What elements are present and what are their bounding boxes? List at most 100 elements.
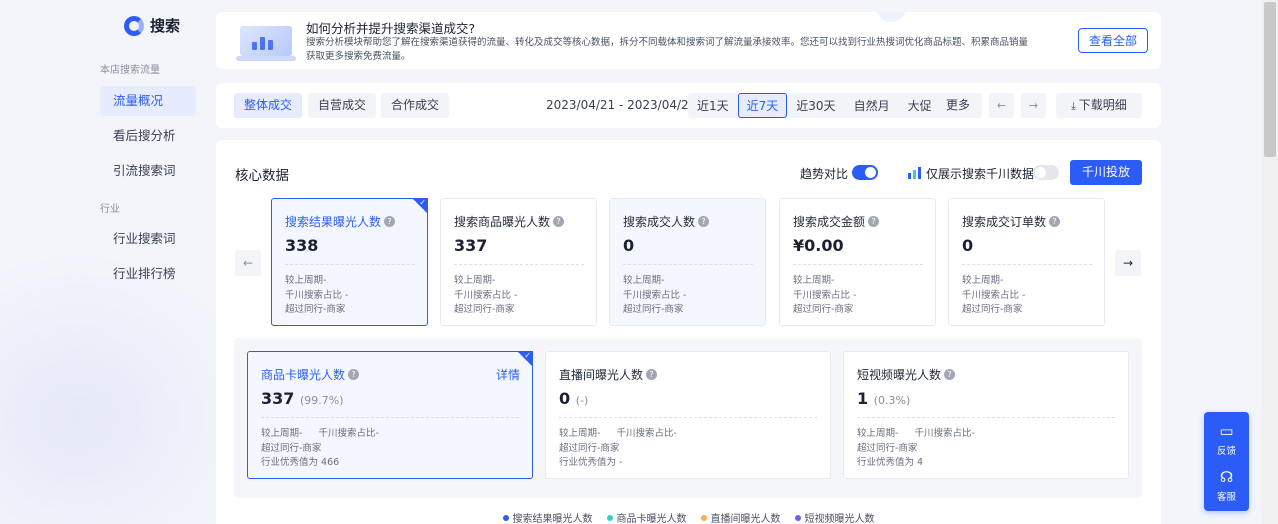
sub-metric-peer: 超过同行-商家 [857, 442, 918, 454]
period-1d[interactable]: 近1天 [688, 93, 738, 118]
download-detail-button[interactable]: ⤓ 下载明细 [1056, 93, 1142, 118]
sub-metric-excellent: 行业优秀值为 466 [261, 457, 340, 468]
sub-metric-label: 短视频曝光人数 [857, 368, 942, 382]
legend-item-short-video[interactable]: 短视频曝光人数 [794, 510, 875, 524]
sub-card-short-video-exposure[interactable]: 短视频曝光人数? 1 (0.3%) 较上周期- 千川搜索占比- 超过同行-商家 行… [843, 351, 1129, 479]
sidebar-group-store: 本店搜索流量 [100, 65, 160, 76]
legend-dot-icon [502, 514, 509, 521]
core-data-panel: 核心数据 趋势对比 仅展示搜索千川数据 千川投放 ← → ✓ 搜索结果曝光人数?… [216, 140, 1161, 524]
tab-self-deal[interactable]: 自营成交 [308, 93, 377, 118]
page-scrollbar[interactable] [1262, 0, 1278, 524]
prev-period-icon[interactable]: ← [989, 93, 1014, 118]
check-icon: ✓ [524, 351, 531, 360]
qianchuan-launch-button[interactable]: 千川投放 [1070, 160, 1142, 185]
metric-peer-rank: 超过同行-商家 [793, 304, 854, 315]
next-period-icon[interactable]: → [1021, 93, 1046, 118]
sub-card-product-card-exposure[interactable]: ✓ 商品卡曝光人数? 详情 337 (99.7%) 较上周期- 千川搜索占比- 超… [247, 351, 533, 479]
help-icon[interactable]: ? [1049, 216, 1061, 227]
feedback-icon: ▭ [1219, 422, 1234, 440]
service-label: 客服 [1216, 492, 1236, 503]
sub-metric-label: 商品卡曝光人数 [261, 368, 346, 382]
help-icon[interactable]: ? [868, 216, 880, 227]
legend-label: 直播间曝光人数 [710, 514, 781, 524]
exposure-breakdown-panel: ✓ 商品卡曝光人数? 详情 337 (99.7%) 较上周期- 千川搜索占比- 超… [234, 338, 1142, 498]
guide-banner: 如何分析并提升搜索渠道成交? 搜索分析模块帮助您了解在搜索渠道获得的流量、转化及… [216, 12, 1161, 69]
metrics-prev-icon[interactable]: ← [235, 250, 261, 276]
core-data-title: 核心数据 [235, 168, 289, 184]
sidebar-item-industry-keywords[interactable]: 行业搜索词 [100, 224, 196, 254]
help-icon[interactable]: ? [348, 369, 360, 380]
banner-description: 搜索分析模块帮助您了解在搜索渠道获得的流量、转化及成交等核心数据，拆分不同载体和… [306, 37, 1029, 62]
metric-value: 0 [623, 236, 635, 255]
legend-item-search-result[interactable]: 搜索结果曝光人数 [502, 510, 593, 524]
metric-label: 搜索商品曝光人数 [454, 215, 551, 229]
help-icon[interactable]: ? [384, 216, 396, 227]
banner-title: 如何分析并提升搜索渠道成交? [306, 21, 476, 36]
metric-qc-ratio: 千川搜索占比 - [962, 289, 1026, 301]
metric-card-search-orders[interactable]: 搜索成交订单数? 0 较上周期- 千川搜索占比 - 超过同行-商家 [948, 198, 1105, 326]
date-range[interactable]: 2023/04/21 - 2023/04/27 [546, 93, 696, 118]
sub-metric-peer: 超过同行-商家 [559, 442, 620, 454]
trend-compare-label: 趋势对比 [800, 167, 849, 181]
app-logo[interactable]: 搜索 [124, 15, 180, 36]
metric-peer-rank: 超过同行-商家 [962, 304, 1023, 315]
customer-service-button[interactable]: ☊ 客服 [1204, 468, 1249, 503]
feedback-button[interactable]: ▭ 反馈 [1204, 422, 1249, 457]
more-periods-button[interactable]: 更多 [934, 93, 982, 118]
sub-metric-qc-ratio: 千川搜索占比- [616, 428, 677, 439]
metric-prev-period: 较上周期- [623, 275, 665, 286]
help-icon[interactable]: ? [944, 369, 956, 380]
sub-metric-qc-ratio: 千川搜索占比- [318, 428, 379, 439]
filter-bar: 整体成交 自营成交 合作成交 2023/04/21 - 2023/04/27 近… [216, 83, 1161, 128]
sidebar-item-post-view-search[interactable]: 看后搜分析 [100, 121, 196, 151]
qianchuan-bar-icon [908, 167, 921, 179]
metric-card-search-result-exposure[interactable]: ✓ 搜索结果曝光人数? 338 较上周期- 千川搜索占比 - 超过同行-商家 [271, 198, 428, 326]
metrics-next-icon[interactable]: → [1115, 250, 1141, 276]
sub-metric-label: 直播间曝光人数 [559, 368, 644, 382]
help-icon[interactable]: ? [553, 216, 565, 227]
scrollbar-thumb[interactable] [1264, 2, 1276, 157]
metric-card-search-gmv[interactable]: 搜索成交金额? ¥0.00 较上周期- 千川搜索占比 - 超过同行-商家 [779, 198, 936, 326]
banner-decoration [876, 12, 906, 22]
sub-metric-percent: (99.7%) [299, 394, 344, 407]
metric-card-search-buyers[interactable]: 搜索成交人数? 0 较上周期- 千川搜索占比 - 超过同行-商家 [609, 198, 766, 326]
qianchuan-only-label: 仅展示搜索千川数据 [926, 167, 1035, 181]
trend-compare-toggle[interactable] [852, 165, 878, 180]
metric-qc-ratio: 千川搜索占比 - [454, 289, 518, 301]
metric-value: 0 [962, 236, 974, 255]
metric-qc-ratio: 千川搜索占比 - [285, 289, 349, 301]
divider [454, 264, 584, 265]
sidebar: 搜索 本店搜索流量 流量概况 看后搜分析 引流搜索词 行业 行业搜索词 行业排行… [0, 0, 210, 524]
divider [793, 264, 923, 265]
detail-link[interactable]: 详情 [496, 366, 520, 383]
metric-peer-rank: 超过同行-商家 [285, 304, 346, 315]
sub-metric-excellent: 行业优秀值为 4 [857, 457, 924, 468]
legend-item-product-card[interactable]: 商品卡曝光人数 [606, 510, 687, 524]
view-all-button[interactable]: 查看全部 [1078, 28, 1148, 53]
sidebar-item-traffic-overview[interactable]: 流量概况 [100, 86, 196, 116]
tab-cooperation-deal[interactable]: 合作成交 [381, 93, 450, 118]
sub-metric-qc-ratio: 千川搜索占比- [914, 428, 975, 439]
sidebar-item-traffic-keywords[interactable]: 引流搜索词 [100, 156, 196, 186]
period-selector: 近1天 近7天 近30天 自然月 大促 [688, 93, 941, 118]
metric-card-search-product-exposure[interactable]: 搜索商品曝光人数? 337 较上周期- 千川搜索占比 - 超过同行-商家 [440, 198, 597, 326]
metric-value: 337 [454, 236, 488, 255]
download-icon: ⤓ [1071, 101, 1079, 112]
tab-overall-deal[interactable]: 整体成交 [234, 93, 303, 118]
metric-label: 搜索成交订单数 [962, 215, 1047, 229]
period-30d[interactable]: 近30天 [787, 93, 844, 118]
period-7d[interactable]: 近7天 [737, 93, 788, 118]
sub-metric-percent: (0.3%) [873, 394, 911, 407]
help-icon[interactable]: ? [646, 369, 658, 380]
sub-card-live-room-exposure[interactable]: 直播间曝光人数? 0 (-) 较上周期- 千川搜索占比- 超过同行-商家 行业优秀… [545, 351, 831, 479]
metric-value: ¥0.00 [793, 236, 844, 255]
period-month[interactable]: 自然月 [845, 93, 899, 118]
legend-item-live-room[interactable]: 直播间曝光人数 [700, 510, 781, 524]
legend-dot-icon [606, 514, 613, 521]
sub-metric-value: 1 [857, 389, 869, 408]
divider [559, 417, 817, 418]
sidebar-item-industry-ranking[interactable]: 行业排行榜 [100, 259, 196, 289]
help-icon[interactable]: ? [698, 216, 710, 227]
qianchuan-only-toggle[interactable] [1033, 165, 1059, 180]
legend-label: 短视频曝光人数 [804, 514, 875, 524]
